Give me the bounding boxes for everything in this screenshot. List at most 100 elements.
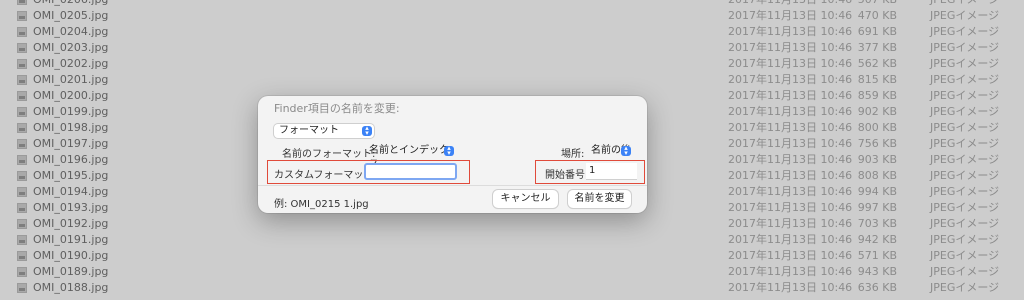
file-date: 2017年11月13日 10:46 [728,0,852,8]
file-kind: JPEGイメージ [930,73,1000,86]
file-kind: JPEGイメージ [930,217,1000,230]
file-thumbnail-icon [17,235,27,245]
file-kind: JPEGイメージ [930,201,1000,214]
file-size: 997 KB [857,201,897,214]
file-name: OMI_0195.jpg [33,169,109,182]
file-name: OMI_0188.jpg [33,281,109,294]
file-kind: JPEGイメージ [930,265,1000,278]
file-thumbnail-icon [17,0,27,5]
file-date: 2017年11月13日 10:46 [728,105,853,118]
file-thumbnail-icon [17,43,27,53]
start-number-value: 1 [589,165,596,176]
dialog-divider [258,185,647,186]
file-size: 377 KB [857,41,897,54]
file-kind: JPEGイメージ [930,57,1000,70]
file-date: 2017年11月13日 10:46 [728,57,853,70]
file-thumbnail-icon [17,75,27,85]
file-row[interactable]: OMI_0189.jpg 2017年11月13日 10:46 943 KB JPEGイ… [0,264,1024,280]
file-row[interactable]: OMI_0203.jpg 2017年11月13日 10:46 377 KB JPEGイ… [0,40,1024,56]
file-row[interactable]: OMI_0206.jpg 2017年11月13日 10:46507 KB JPEGイ… [0,0,1024,8]
file-thumbnail-icon [17,267,27,277]
location-popup[interactable]: 名前の後 ▴ ▾ [586,144,633,158]
file-thumbnail-icon [17,27,27,37]
rename-dialog: Finder項目の名前を変更: フォーマット ▴ ▾ 名前のフォーマット: 名前と… [258,96,647,213]
name-format-popup[interactable]: 名前とインデックス ▴▾ [364,144,456,170]
file-row[interactable]: OMI_0192.jpg 2017年11月13日 10:46 703 KB JPEGイ… [0,216,1024,232]
file-thumbnail-icon [17,59,27,69]
custom-format-input[interactable] [364,163,457,180]
file-row[interactable]: OMI_0191.jpg 2017年11月13日 10:46 942 KB JPEGイ… [0,232,1024,248]
file-name: OMI_0201.jpg [33,73,109,86]
file-thumbnail-icon [17,123,27,133]
file-date: 2017年11月13日 10:46 [728,137,853,150]
cancel-button[interactable]: キャンセル [493,190,558,208]
file-name: OMI_0198.jpg [33,121,109,134]
file-row[interactable]: OMI_0201.jpg 2017年11月13日 10:46 815 KB JPEGイ… [0,72,1024,88]
file-date: 2017年11月13日 10:46 [728,121,853,134]
file-size: 903 KB [857,153,897,166]
file-name: OMI_0193.jpg [33,201,109,214]
file-date: 2017年11月13日 10:46 [728,9,853,22]
file-kind: JPEGイメージ [930,9,1000,22]
custom-format-label: カスタムフォーマット: [274,170,377,181]
file-row[interactable]: OMI_0188.jpg 2017年11月13日 10:46 636 KB JPEGイ… [0,280,1024,296]
file-date: 2017年11月13日 10:46 [728,25,853,38]
popup-arrows-icon: ▴ ▾ [621,145,631,157]
file-size: 571 KB [857,249,897,262]
file-thumbnail-icon [17,155,27,165]
file-kind: JPEGイメージ [930,121,1000,134]
file-thumbnail-icon [17,283,27,293]
file-size: 636 KB [857,281,897,294]
file-kind: JPEGイメージ [930,249,1000,262]
file-thumbnail-icon [17,139,27,149]
file-size: 902 KB [857,105,897,118]
file-thumbnail-icon [17,91,27,101]
file-date: 2017年11月13日 10:46 [728,265,853,278]
file-date: 2017年11月13日 10:46 [728,169,853,182]
file-size: 703 KB [857,217,897,230]
file-name: OMI_0189.jpg [33,265,109,278]
file-name: OMI_0203.jpg [33,41,109,54]
location-label: 場所: [561,149,585,160]
file-row[interactable]: OMI_0204.jpg 2017年11月13日 10:46 691 KB JPEGイ… [0,24,1024,40]
popup-arrows-icon: ▴ ▾ [362,125,372,137]
file-thumbnail-icon [17,187,27,197]
file-date: 2017年11月13日 10:46 [728,201,853,214]
file-size: 994 KB [857,185,897,198]
example-text: 例: OMI_0215 1.jpg [274,199,369,210]
file-thumbnail-icon [17,219,27,229]
file-size: 943 KB [857,265,897,278]
file-name: OMI_0196.jpg [33,153,109,166]
file-kind: JPEGイメージ [930,41,1000,54]
mode-popup[interactable]: フォーマット ▴ ▾ [274,124,374,138]
file-row[interactable]: OMI_0190.jpg 2017年11月13日 10:46 571 KB JPEGイ… [0,248,1024,264]
file-name: OMI_0199.jpg [33,105,109,118]
file-kind: JPEGイメージ [930,169,1000,182]
popup-arrows-icon: ▴ ▾ [444,145,454,157]
file-kind: JPEGイメージ [930,153,1000,166]
rename-button[interactable]: 名前を変更 [568,190,631,208]
file-name: OMI_0194.jpg [33,185,109,198]
start-number-label: 開始番号: [545,170,589,181]
file-thumbnail-icon [17,107,27,117]
file-date: 2017年11月13日 10:46 [728,281,853,294]
file-date: 2017年11月13日 10:46 [728,185,853,198]
file-row[interactable]: OMI_0202.jpg 2017年11月13日 10:46 562 KB JPEGイ… [0,56,1024,72]
file-kind: JPEGイメージ [930,89,1000,102]
dialog-title: Finder項目の名前を変更: [274,102,400,115]
start-number-field[interactable]: 1 [586,163,637,180]
file-thumbnail-icon [17,251,27,261]
file-name: OMI_0192.jpg [33,217,109,230]
file-size: 507 KB [850,0,897,8]
file-date: 2017年11月13日 10:46 [728,41,853,54]
file-size: 800 KB [857,121,897,134]
file-kind: JPEGイメージ [930,233,1000,246]
file-name: OMI_0202.jpg [33,57,109,70]
file-name: OMI_0190.jpg [33,249,109,262]
file-kind: JPEGイメージ [930,25,1000,38]
file-kind: JPEGイメージ [930,0,999,8]
file-kind: JPEGイメージ [930,185,1000,198]
file-size: 562 KB [857,57,897,70]
file-row[interactable]: OMI_0205.jpg 2017年11月13日 10:46 470 KB JPEGイ… [0,8,1024,24]
file-size: 691 KB [857,25,897,38]
